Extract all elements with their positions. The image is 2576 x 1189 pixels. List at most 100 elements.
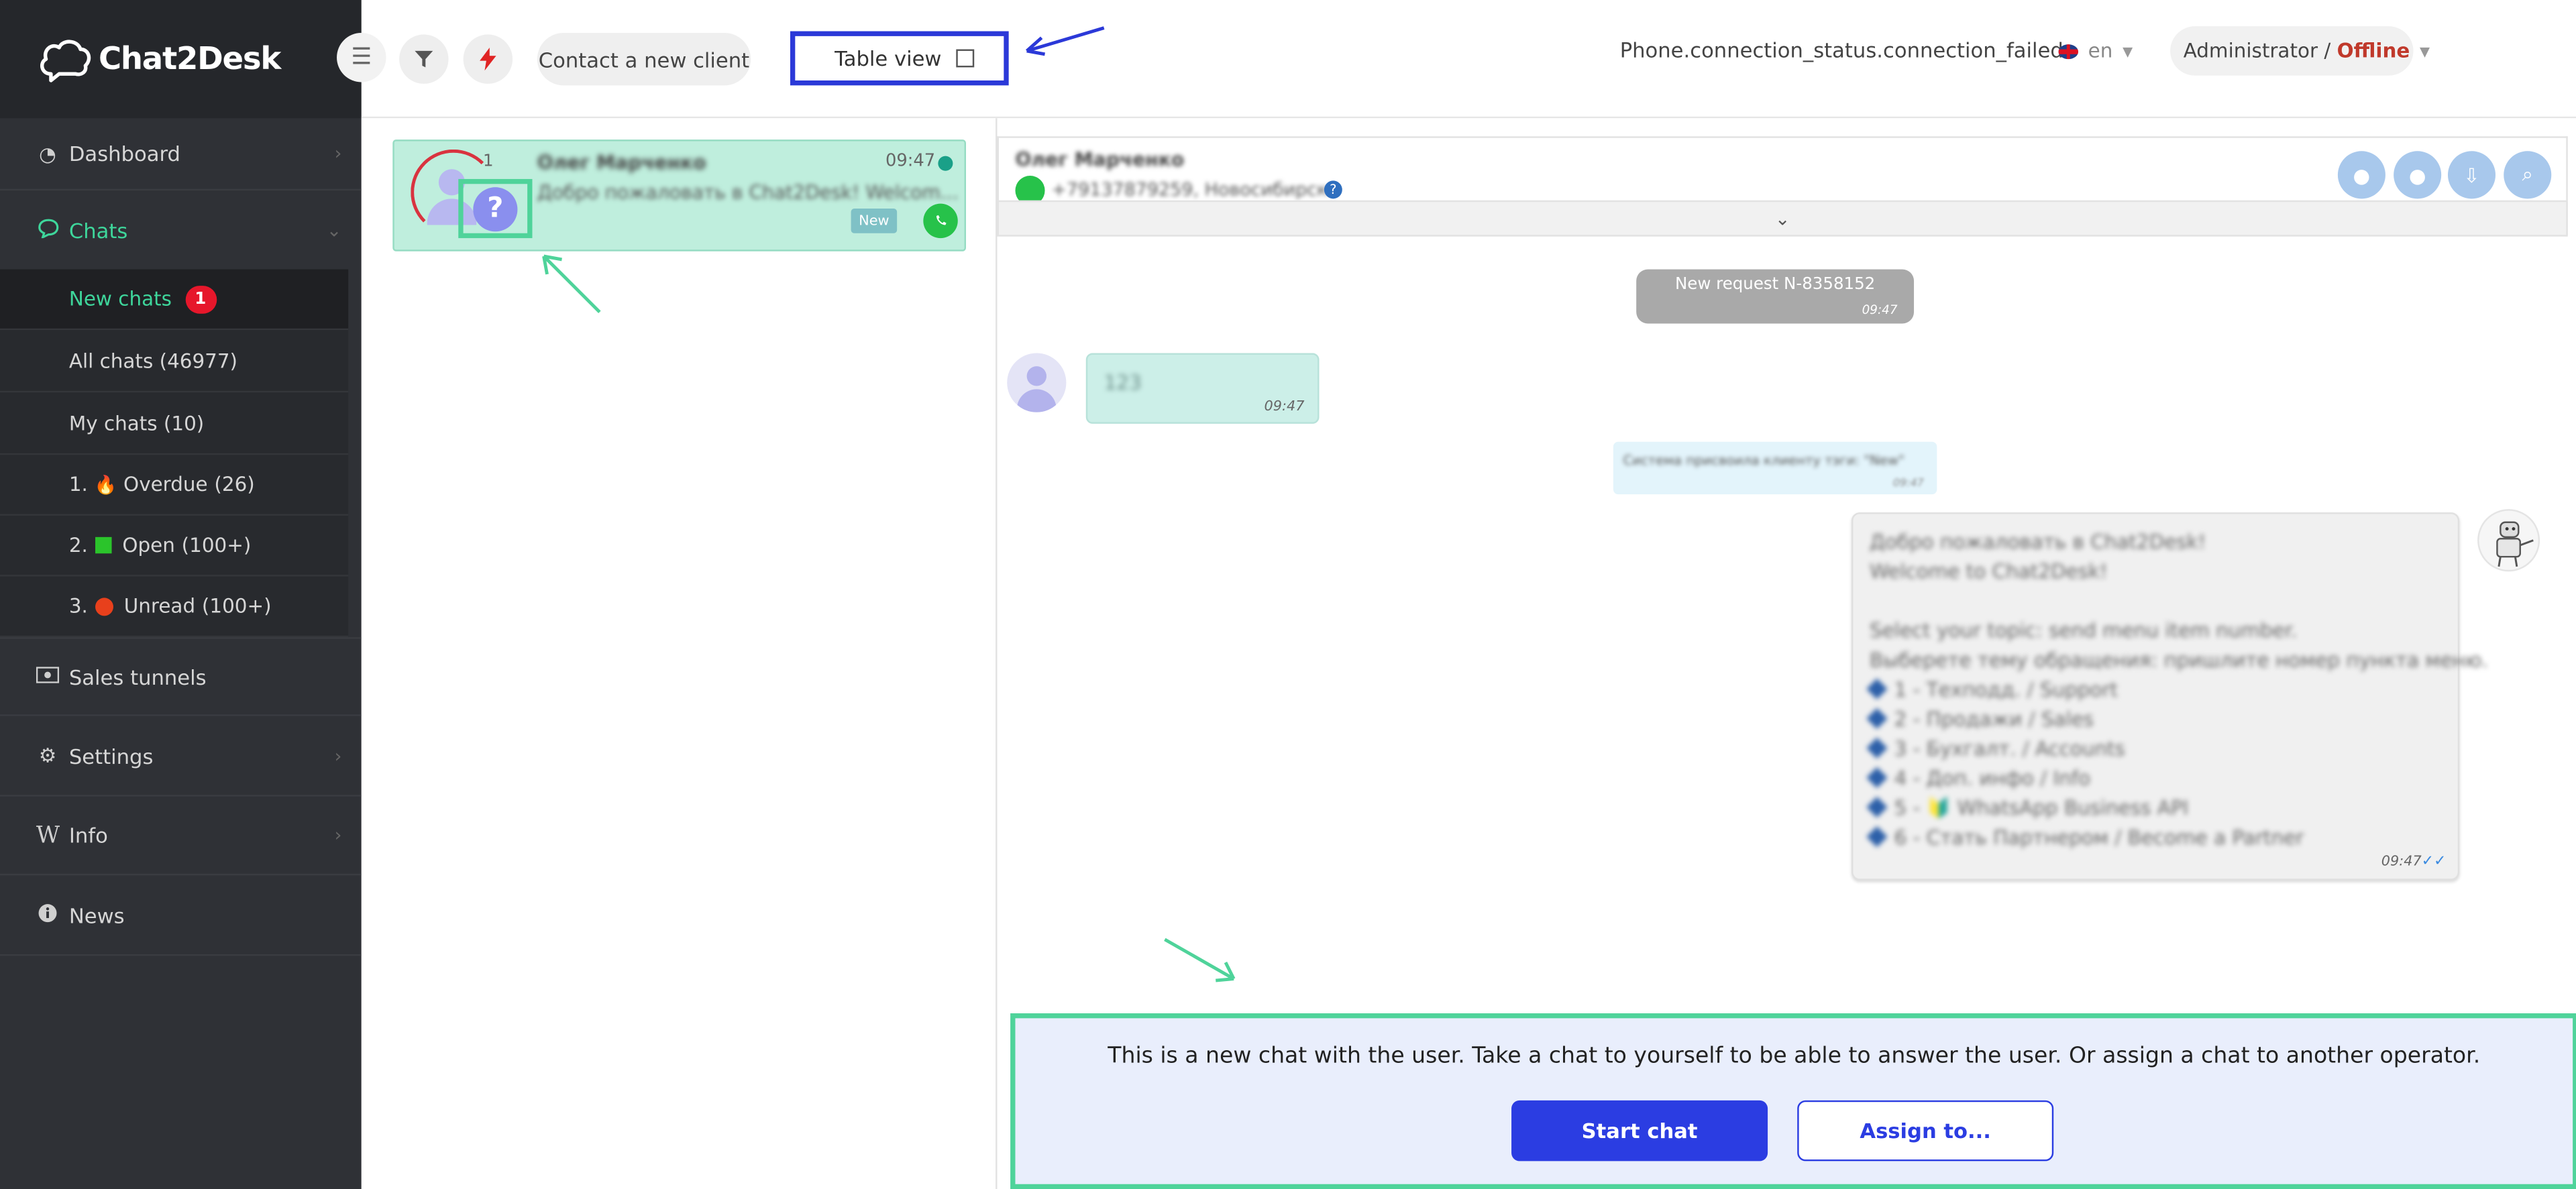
message-line: Выберете тему обращения: пришлите номер … bbox=[1869, 648, 2488, 672]
client-name: Олег Марченко bbox=[537, 151, 706, 174]
menu-item: 5 - 🔰 WhatsApp Business API bbox=[1866, 793, 2488, 823]
blue-diamond-icon bbox=[1866, 826, 1888, 848]
sidebar-item-sales-tunnels[interactable]: Sales tunnels bbox=[0, 637, 362, 716]
new-chats-count-badge: 1 bbox=[184, 284, 217, 313]
client-avatar bbox=[1007, 353, 1067, 412]
sidebar-item-label: News bbox=[68, 902, 125, 927]
outgoing-message: Добро пожаловать в Chat2Desk! Welcome to… bbox=[1851, 512, 2488, 881]
new-chat-notice: This is a new chat with the user. Take a… bbox=[1108, 1043, 2481, 1070]
cloud-logo-icon bbox=[40, 40, 91, 82]
new-chat-action-panel: This is a new chat with the user. Take a… bbox=[1010, 1013, 2576, 1189]
sidebar-sub-unread[interactable]: 3. Unread (100+) bbox=[0, 576, 349, 638]
sidebar-sub-my-chats[interactable]: My chats (10) bbox=[0, 392, 349, 455]
bot-avatar bbox=[2477, 509, 2540, 572]
money-icon bbox=[36, 665, 60, 688]
expand-header-toggle[interactable]: ⌄ bbox=[997, 200, 2568, 237]
sidebar-item-settings[interactable]: ⚙ Settings › bbox=[0, 716, 362, 797]
menu-item: 1 - Техподд. / Support bbox=[1866, 675, 2488, 705]
menu-item: 2 - Продажи / Sales bbox=[1866, 705, 2488, 734]
connection-status-text: Phone.connection_status.connection_faile… bbox=[1619, 38, 2063, 63]
language-label: en bbox=[2088, 39, 2113, 63]
caret-down-icon: ▼ bbox=[2123, 43, 2133, 58]
logo-text: Chat2Desk bbox=[98, 41, 281, 78]
whatsapp-icon bbox=[923, 203, 958, 239]
filter-button[interactable] bbox=[399, 34, 449, 84]
system-message: New request N-8358152 09:47 bbox=[1636, 269, 1915, 324]
system-note: Система присвоила клиенту тэги: "New" 09… bbox=[1613, 441, 1937, 495]
client-name: Олег Марченко bbox=[1015, 148, 1185, 171]
filter-icon bbox=[415, 50, 433, 68]
dashboard-icon: ◔ bbox=[39, 141, 56, 166]
sidebar-sub-new-chats[interactable]: New chats 1 bbox=[0, 269, 349, 331]
sidebar-item-dashboard[interactable]: ◔ Dashboard › bbox=[0, 118, 362, 191]
sidebar-sub-label: Unread bbox=[123, 594, 196, 618]
download-icon: ⇩ bbox=[2463, 163, 2480, 186]
table-view-checkbox[interactable] bbox=[956, 49, 975, 68]
blue-diamond-icon bbox=[1866, 737, 1888, 759]
lightning-icon bbox=[480, 48, 496, 71]
sidebar-item-info[interactable]: W Info › bbox=[0, 797, 362, 876]
language-selector[interactable]: en ▼ bbox=[2058, 39, 2133, 63]
sidebar-sub-overdue[interactable]: 1. 🔥 Overdue (26) bbox=[0, 455, 349, 516]
annotation-arrow-icon bbox=[1164, 938, 1236, 982]
sidebar-item-chats[interactable]: Chats ⌄ bbox=[0, 190, 362, 270]
prefix: 1. bbox=[68, 473, 88, 496]
sidebar-item-label: Settings bbox=[68, 743, 154, 768]
blue-diamond-icon bbox=[1866, 678, 1888, 699]
chevron-right-icon: › bbox=[334, 824, 342, 846]
sidebar-sub-label: My chats (10) bbox=[68, 411, 205, 435]
message-preview: Добро пожаловать в Chat2Desk! Welcom... bbox=[537, 180, 959, 204]
caret-down-icon: ▼ bbox=[2420, 43, 2430, 58]
menu-toggle-button[interactable]: ☰ bbox=[337, 32, 386, 82]
question-icon: ? bbox=[473, 186, 518, 231]
sidebar-sub-all-chats[interactable]: All chats (46977) bbox=[0, 330, 349, 393]
note-text: Система присвоила клиенту тэги: "New" bbox=[1623, 453, 1905, 468]
contact-new-client-button[interactable]: Contact a new client bbox=[537, 32, 751, 86]
incoming-message: 123 09:47 bbox=[1085, 353, 1320, 424]
sidebar-sub-label: Overdue bbox=[123, 473, 208, 496]
chevron-right-icon: › bbox=[334, 143, 342, 164]
sidebar-item-news[interactable]: News bbox=[0, 875, 362, 956]
wikipedia-icon: W bbox=[36, 822, 60, 848]
client-phone: +79137879259, Новосибирск bbox=[1051, 178, 1328, 201]
message-text: 123 bbox=[1104, 371, 1142, 394]
sidebar-sub-label: Open bbox=[122, 533, 175, 557]
chat-templates-button[interactable]: ● bbox=[2394, 151, 2442, 199]
help-icon[interactable]: ? bbox=[1324, 180, 1342, 199]
table-view-label: Table view bbox=[835, 46, 942, 71]
user-separator: / bbox=[2318, 39, 2337, 63]
client-profile-button[interactable]: ● bbox=[2337, 151, 2385, 199]
message-line: Select your topic: send menu item number… bbox=[1869, 619, 2298, 642]
sidebar-sub-open[interactable]: 2. Open (100+) bbox=[0, 515, 349, 577]
info-circle-icon bbox=[36, 903, 59, 927]
comments-icon: ● bbox=[2408, 163, 2426, 186]
logo[interactable]: Chat2Desk bbox=[0, 0, 362, 119]
blue-diamond-icon bbox=[1866, 707, 1888, 730]
count: (100+) bbox=[201, 594, 272, 618]
message-time: 09:47 bbox=[885, 151, 936, 171]
conversation-panel: Олег Марченко +79137879259, Новосибирск … bbox=[996, 118, 2576, 1189]
online-status-icon bbox=[938, 156, 953, 171]
user-menu[interactable]: Administrator / Offline ▼ bbox=[2170, 26, 2430, 76]
blue-diamond-icon bbox=[1866, 797, 1888, 818]
uk-flag-icon bbox=[2058, 43, 2078, 58]
count: (26) bbox=[214, 473, 255, 496]
download-button[interactable]: ⇩ bbox=[2447, 151, 2496, 199]
message-line bbox=[1870, 586, 2488, 616]
message-line: Добро пожаловать в Chat2Desk! bbox=[1869, 530, 2206, 554]
search-icon: ⌕ bbox=[2522, 162, 2533, 186]
blue-diamond-icon bbox=[1866, 767, 1888, 789]
prefix: 3. bbox=[68, 594, 88, 618]
start-chat-button[interactable]: Start chat bbox=[1511, 1100, 1768, 1162]
table-view-toggle[interactable]: Table view bbox=[790, 31, 1009, 86]
quick-actions-button[interactable] bbox=[463, 34, 513, 84]
search-button[interactable]: ⌕ bbox=[2504, 151, 2552, 199]
menu-item: 4 - Доп. инфо / Info bbox=[1866, 764, 2488, 793]
top-header: ☰ Contact a new client Table view Phone.… bbox=[337, 0, 2576, 119]
user-icon: ● bbox=[2353, 163, 2371, 186]
chevron-down-icon: ⌄ bbox=[1774, 207, 1790, 229]
user-status: Offline bbox=[2337, 39, 2410, 63]
chat-card[interactable]: 1 ? Олег Марченко Добро пожаловать в Cha… bbox=[392, 139, 967, 251]
robot-icon bbox=[2496, 521, 2534, 567]
assign-to-button[interactable]: Assign to... bbox=[1797, 1100, 2054, 1162]
